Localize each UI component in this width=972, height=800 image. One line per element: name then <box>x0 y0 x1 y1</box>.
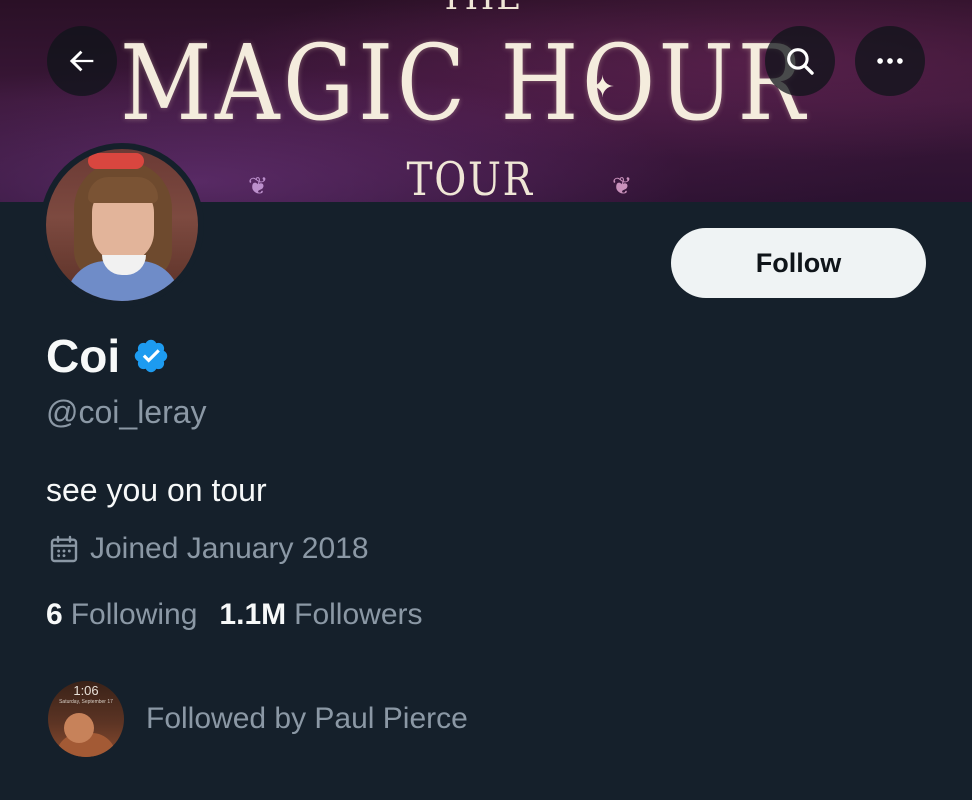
avatar-image <box>46 149 198 301</box>
followed-by-row[interactable]: 1:06 Saturday, September 17 Followed by … <box>48 681 468 757</box>
avatar-date-text: Saturday, September 17 <box>59 699 113 705</box>
follower-avatar: 1:06 Saturday, September 17 <box>48 681 124 757</box>
search-button[interactable] <box>765 26 835 96</box>
profile-avatar[interactable] <box>40 143 204 307</box>
butterfly-icon: ❦ <box>248 173 269 200</box>
following-label: Following <box>70 598 198 631</box>
profile-bio: see you on tour <box>46 472 267 508</box>
following-count: 6 <box>46 598 63 631</box>
search-icon <box>787 48 814 75</box>
follow-stats: 6 Following 1.1M Followers <box>46 598 445 632</box>
back-button[interactable] <box>47 26 117 96</box>
joined-text: Joined January 2018 <box>90 532 369 565</box>
followed-by-text: Followed by Paul Pierce <box>146 702 468 735</box>
user-handle: @coi_leray <box>46 394 207 430</box>
followers-link[interactable]: 1.1M Followers <box>219 598 422 632</box>
name-row: Coi <box>46 328 170 384</box>
followers-label: Followers <box>294 598 423 631</box>
verified-badge-icon[interactable] <box>132 337 170 375</box>
more-button[interactable] <box>855 26 925 96</box>
following-link[interactable]: 6 Following <box>46 598 197 632</box>
banner-subtitle: TOUR <box>406 152 534 202</box>
avatar-time-text: 1:06 <box>73 683 99 698</box>
display-name: Coi <box>46 330 121 382</box>
butterfly-icon: ❦ <box>612 173 633 200</box>
banner-the-text: THE <box>440 0 521 18</box>
calendar-icon <box>50 535 78 563</box>
joined-date: Joined January 2018 <box>48 532 369 566</box>
banner-title: MAGIC HOUR <box>120 22 809 144</box>
profile-page: THE MAGIC HOUR ✦ TOUR ❦ ❦ <box>0 0 972 800</box>
arrow-left-icon <box>69 50 94 72</box>
followers-count: 1.1M <box>219 598 287 631</box>
follow-button[interactable]: Follow <box>671 228 926 298</box>
sparkle-icon: ✦ <box>590 71 616 104</box>
more-horizontal-icon <box>877 58 903 64</box>
